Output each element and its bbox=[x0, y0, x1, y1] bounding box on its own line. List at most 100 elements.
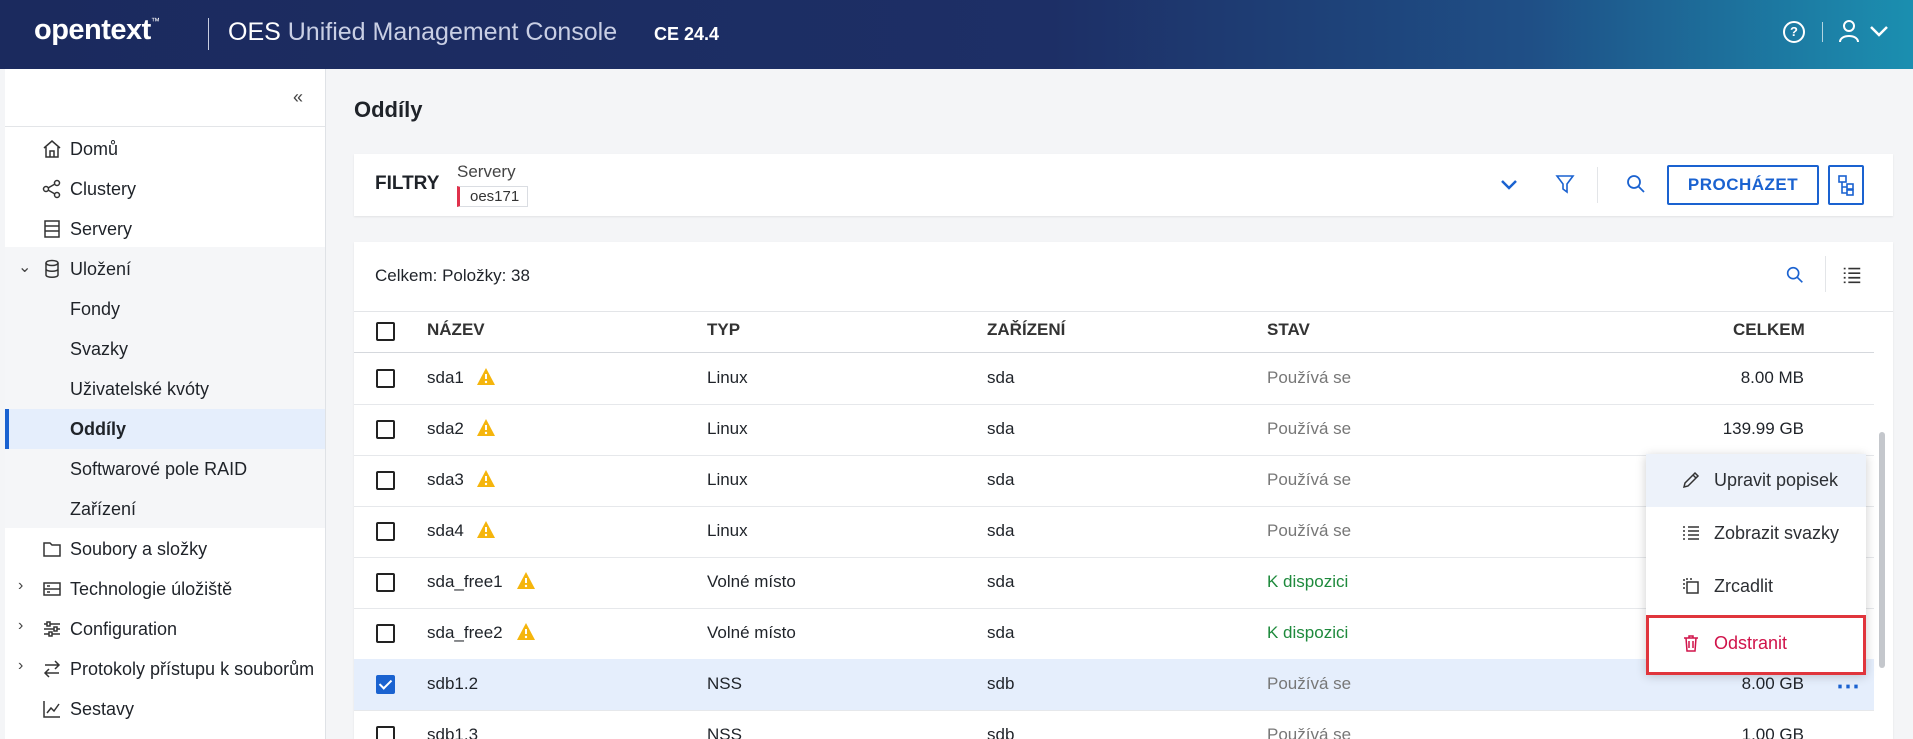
chevron-right-icon[interactable]: › bbox=[18, 617, 23, 635]
row-type: Linux bbox=[707, 419, 748, 438]
row-status: K dispozici bbox=[1267, 572, 1349, 591]
sidebar-item-devices[interactable]: Zařízení bbox=[5, 489, 325, 529]
sidebar-item-label: Uživatelské kvóty bbox=[70, 379, 210, 399]
sidebar-item-label: Sestavy bbox=[70, 699, 135, 719]
column-header-type[interactable]: TYP bbox=[707, 320, 740, 340]
row-name: sda_free2 bbox=[427, 623, 503, 642]
sidebar-item-label: Protokoly přístupu k souborům bbox=[70, 659, 315, 679]
sidebar-item-clusters[interactable]: Clustery bbox=[5, 169, 325, 209]
row-total: 139.99 GB bbox=[1722, 419, 1804, 438]
row-status: Používá se bbox=[1267, 521, 1352, 540]
sidebar-item-files-folders[interactable]: Soubory a složky bbox=[5, 529, 325, 569]
warning-icon bbox=[477, 368, 495, 385]
home-icon bbox=[43, 140, 61, 158]
table-row[interactable]: sda1 Linux sda Používá se 8.00 MB bbox=[354, 353, 1874, 405]
sidebar-item-volumes[interactable]: Svazky bbox=[5, 329, 325, 369]
menu-item-show-volumes[interactable]: Zobrazit svazky bbox=[1646, 507, 1866, 560]
tree-icon bbox=[1838, 175, 1854, 196]
server-icon bbox=[44, 220, 60, 238]
row-device: sdb bbox=[987, 725, 1015, 739]
row-actions-button[interactable]: ⋯ bbox=[1836, 672, 1861, 701]
sidebar-item-reports[interactable]: Sestavy bbox=[5, 689, 325, 729]
sidebar-item-home[interactable]: Domů bbox=[5, 129, 325, 169]
chevron-down-icon[interactable] bbox=[1868, 20, 1890, 42]
menu-item-mirror[interactable]: Zrcadlit bbox=[1646, 560, 1866, 613]
column-header-device[interactable]: ZAŘÍZENÍ bbox=[987, 320, 1065, 340]
row-device: sda bbox=[987, 470, 1015, 489]
row-type: NSS bbox=[707, 674, 742, 693]
row-device: sda bbox=[987, 572, 1015, 591]
folder-icon bbox=[43, 542, 61, 557]
row-checkbox[interactable] bbox=[376, 522, 395, 541]
sidebar-item-label: Clustery bbox=[70, 179, 137, 199]
sliders-icon bbox=[44, 621, 60, 637]
sidebar-item-label: Soubory a složky bbox=[70, 539, 208, 559]
warning-icon bbox=[517, 572, 535, 589]
row-total: 1.00 GB bbox=[1741, 725, 1804, 739]
chevron-down-icon[interactable]: ⌄ bbox=[18, 257, 31, 277]
row-status: Používá se bbox=[1267, 368, 1352, 387]
page-title: Oddíly bbox=[354, 97, 423, 122]
row-checkbox[interactable] bbox=[376, 471, 395, 490]
sidebar-item-storage-tech[interactable]: › Technologie úložiště bbox=[5, 569, 325, 609]
row-checkbox[interactable] bbox=[376, 726, 395, 739]
row-device: sda bbox=[987, 623, 1015, 642]
row-status: Používá se bbox=[1267, 470, 1352, 489]
sidebar-item-pools[interactable]: Fondy bbox=[5, 289, 325, 329]
row-checkbox[interactable] bbox=[376, 624, 395, 643]
header-separator bbox=[1822, 22, 1823, 42]
sidebar-item-label: Technologie úložiště bbox=[70, 579, 233, 599]
browse-button[interactable]: PROCHÁZET bbox=[1667, 165, 1819, 205]
sidebar-item-file-access-protocols[interactable]: › Protokoly přístupu k souborům bbox=[5, 649, 325, 689]
row-checkbox-checked[interactable] bbox=[376, 675, 395, 694]
table-scrollbar[interactable] bbox=[1879, 432, 1885, 668]
sidebar-item-label: Softwarové pole RAID bbox=[70, 459, 248, 479]
table-row[interactable]: sda2 Linux sda Používá se 139.99 GB bbox=[354, 404, 1874, 456]
search-icon[interactable] bbox=[1624, 172, 1648, 196]
sidebar-item-partitions[interactable]: Oddíly bbox=[5, 409, 325, 449]
select-all-checkbox[interactable] bbox=[376, 322, 395, 341]
row-device: sda bbox=[987, 419, 1015, 438]
tree-view-button[interactable] bbox=[1828, 165, 1864, 205]
table-row[interactable]: sdb1.3 NSS sdb Používá se 1.00 GB bbox=[354, 710, 1874, 739]
row-name: sda1 bbox=[427, 368, 464, 387]
sidebar-item-servers[interactable]: Servery bbox=[5, 209, 325, 249]
server-filter-label: Servery bbox=[457, 162, 516, 181]
sidebar-item-configuration[interactable]: › Configuration bbox=[5, 609, 325, 649]
column-header-total[interactable]: CELKEM bbox=[1733, 320, 1805, 340]
top-bar: opentext™ OES Unified Management Console… bbox=[0, 0, 1913, 69]
search-icon[interactable] bbox=[1784, 264, 1806, 286]
sidebar-item-storage[interactable]: ⌄ Uložení bbox=[5, 249, 325, 289]
row-checkbox[interactable] bbox=[376, 369, 395, 388]
column-header-name[interactable]: NÁZEV bbox=[427, 320, 485, 340]
row-checkbox[interactable] bbox=[376, 420, 395, 439]
collapse-sidebar-button[interactable]: « bbox=[293, 87, 303, 108]
server-filter-chip[interactable]: oes171 bbox=[457, 186, 529, 207]
help-icon[interactable]: ? bbox=[1783, 21, 1805, 43]
row-name: sda_free1 bbox=[427, 572, 503, 591]
column-list-icon[interactable] bbox=[1841, 264, 1863, 286]
app-title-product: OES bbox=[228, 18, 281, 46]
opentext-logo[interactable]: opentext™ bbox=[34, 14, 160, 47]
row-device: sda bbox=[987, 368, 1015, 387]
warning-icon bbox=[517, 623, 535, 640]
sidebar-item-label: Zařízení bbox=[70, 499, 137, 519]
row-device: sdb bbox=[987, 674, 1015, 693]
sidebar: « Domů Clustery Servery ⌄ Uložení Fondy … bbox=[5, 69, 326, 739]
row-type: NSS bbox=[707, 725, 742, 739]
filters-separator bbox=[1597, 167, 1598, 203]
menu-item-label: Zobrazit svazky bbox=[1714, 523, 1840, 543]
sidebar-item-user-quotas[interactable]: Uživatelské kvóty bbox=[5, 369, 325, 409]
pencil-icon bbox=[1682, 471, 1700, 489]
user-icon[interactable] bbox=[1838, 19, 1860, 43]
filter-icon[interactable] bbox=[1553, 172, 1577, 196]
row-checkbox[interactable] bbox=[376, 573, 395, 592]
chevron-right-icon[interactable]: › bbox=[18, 657, 23, 675]
chevron-down-icon[interactable] bbox=[1497, 172, 1521, 196]
menu-item-edit-label[interactable]: Upravit popisek bbox=[1646, 454, 1866, 507]
sidebar-item-software-raid[interactable]: Softwarové pole RAID bbox=[5, 449, 325, 489]
row-name: sda3 bbox=[427, 470, 464, 489]
column-header-status[interactable]: STAV bbox=[1267, 320, 1310, 340]
row-type: Volné místo bbox=[707, 623, 796, 642]
chevron-right-icon[interactable]: › bbox=[18, 577, 23, 595]
